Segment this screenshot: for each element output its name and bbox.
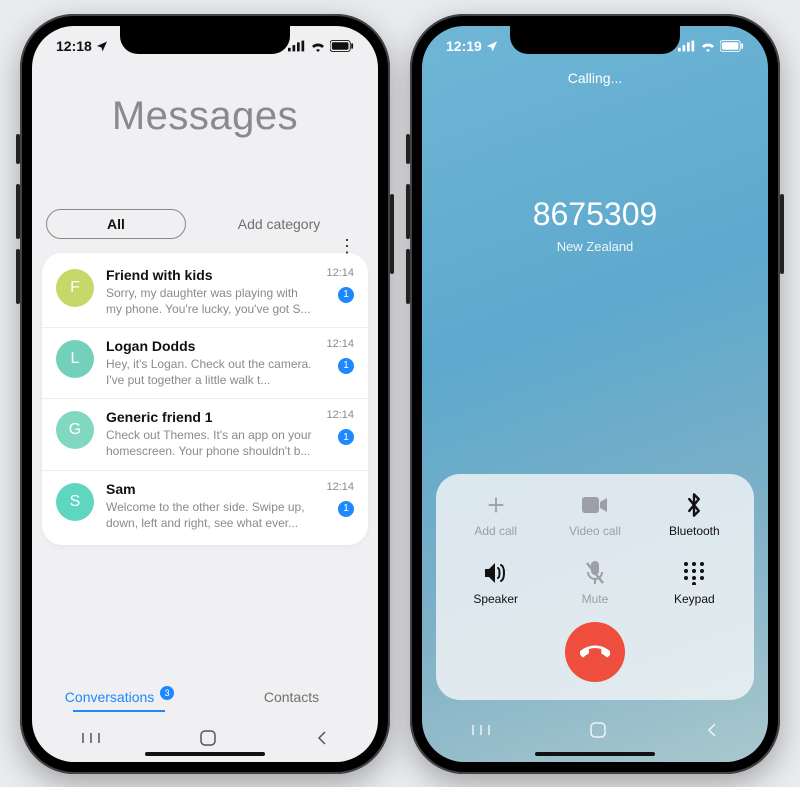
conversation-time: 12:14 (326, 338, 354, 350)
conversation-preview: Check out Themes. It's an app on your ho… (106, 427, 314, 459)
conversation-name: Sam (106, 481, 314, 497)
conversation-name: Generic friend 1 (106, 409, 314, 425)
mute-icon (584, 560, 606, 586)
phone-hangup-icon (580, 637, 610, 667)
status-time: 12:18 (56, 38, 92, 54)
conversation-preview: Welcome to the other side. Swipe up, dow… (106, 499, 314, 531)
speaker-icon (483, 560, 509, 586)
call-location: New Zealand (422, 239, 768, 254)
end-call-button[interactable] (565, 622, 625, 682)
button-label: Speaker (473, 592, 518, 606)
add-category-button[interactable]: Add category (194, 216, 364, 232)
conversation-row[interactable]: G Generic friend 1 Check out Themes. It'… (42, 398, 368, 469)
button-label: Mute (582, 592, 609, 606)
conversation-list: F Friend with kids Sorry, my daughter wa… (42, 253, 368, 546)
tab-badge: 3 (160, 686, 174, 700)
conversation-name: Friend with kids (106, 267, 314, 283)
conversation-preview: Sorry, my daughter was playing with my p… (106, 285, 314, 317)
button-label: Video call (569, 524, 621, 538)
button-label: Keypad (674, 592, 715, 606)
signal-icon (678, 40, 696, 52)
conversation-name: Logan Dodds (106, 338, 314, 354)
avatar: S (56, 483, 94, 521)
wifi-icon (310, 40, 326, 52)
tab-label: Contacts (264, 689, 319, 705)
video-call-button[interactable]: Video call (545, 492, 644, 538)
wifi-icon (700, 40, 716, 52)
location-icon (486, 40, 498, 52)
phone-call-screen: 12:19 Calling... 8675309 New Zealand (422, 26, 768, 762)
tab-conversations[interactable]: Conversations 3 (32, 689, 205, 706)
signal-icon (288, 40, 306, 52)
tab-label: Conversations (65, 689, 155, 705)
call-status-label: Calling... (422, 70, 768, 86)
nav-recents-icon[interactable] (471, 723, 491, 737)
nav-recents-icon[interactable] (81, 731, 101, 745)
phone-right: 12:19 Calling... 8675309 New Zealand (410, 14, 780, 774)
bottom-tabs: Conversations 3 Contacts (32, 675, 378, 714)
android-nav-bar (422, 706, 768, 754)
battery-icon (720, 40, 744, 52)
button-label: Add call (474, 524, 517, 538)
notch (510, 26, 680, 54)
call-actions-panel: Add call Video call Bluetooth (436, 474, 754, 700)
unread-badge: 1 (338, 429, 354, 445)
home-indicator[interactable] (145, 752, 265, 756)
unread-badge: 1 (338, 358, 354, 374)
status-time: 12:19 (446, 38, 482, 54)
unread-badge: 1 (338, 287, 354, 303)
filter-all-pill[interactable]: All (46, 209, 186, 239)
conversation-row[interactable]: S Sam Welcome to the other side. Swipe u… (42, 470, 368, 541)
tab-contacts[interactable]: Contacts (205, 689, 378, 706)
notch (120, 26, 290, 54)
speaker-button[interactable]: Speaker (446, 560, 545, 606)
nav-back-icon[interactable] (705, 722, 719, 738)
conversation-row[interactable]: F Friend with kids Sorry, my daughter wa… (42, 257, 368, 327)
phone-left: 12:18 Messages ⋮ All Add category F (20, 14, 390, 774)
more-menu-icon[interactable]: ⋮ (338, 236, 356, 257)
unread-badge: 1 (338, 501, 354, 517)
avatar: L (56, 340, 94, 378)
mute-button[interactable]: Mute (545, 560, 644, 606)
conversation-time: 12:14 (326, 481, 354, 493)
button-label: Bluetooth (669, 524, 720, 538)
plus-icon (485, 492, 507, 518)
avatar: G (56, 411, 94, 449)
nav-back-icon[interactable] (315, 730, 329, 746)
battery-icon (330, 40, 354, 52)
call-number: 8675309 (422, 196, 768, 233)
avatar: F (56, 269, 94, 307)
page-title: Messages (32, 94, 378, 139)
video-icon (582, 492, 608, 518)
keypad-button[interactable]: Keypad (645, 560, 744, 606)
conversation-time: 12:14 (326, 267, 354, 279)
bluetooth-icon (685, 492, 703, 518)
keypad-icon (683, 560, 705, 586)
home-indicator[interactable] (535, 752, 655, 756)
nav-home-icon[interactable] (199, 729, 217, 747)
bluetooth-button[interactable]: Bluetooth (645, 492, 744, 538)
location-icon (96, 40, 108, 52)
nav-home-icon[interactable] (589, 721, 607, 739)
conversation-time: 12:14 (326, 409, 354, 421)
add-call-button[interactable]: Add call (446, 492, 545, 538)
conversation-row[interactable]: L Logan Dodds Hey, it's Logan. Check out… (42, 327, 368, 398)
conversation-preview: Hey, it's Logan. Check out the camera. I… (106, 356, 314, 388)
messages-app: 12:18 Messages ⋮ All Add category F (32, 26, 378, 762)
